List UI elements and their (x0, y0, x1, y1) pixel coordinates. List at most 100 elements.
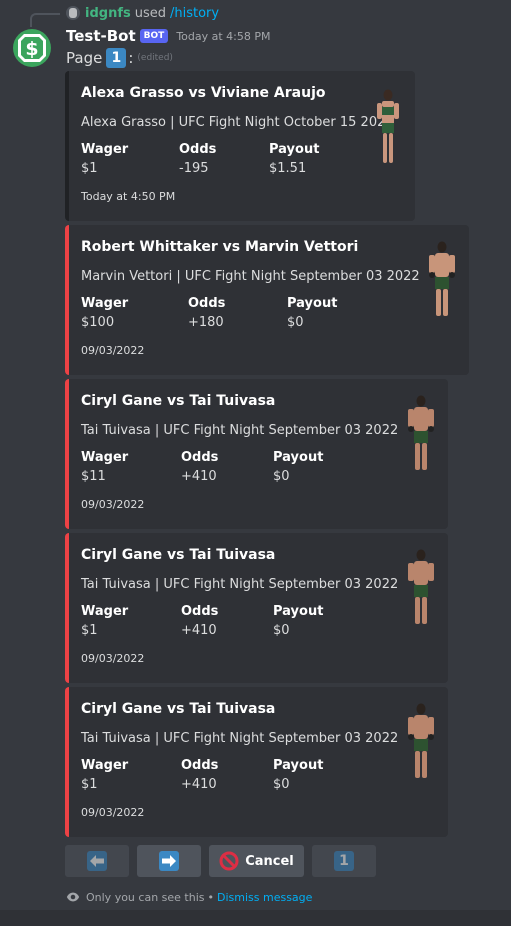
dismiss-message-link[interactable]: Dismiss message (217, 891, 312, 904)
field-name: Payout (273, 604, 324, 619)
reply-used-text: used (134, 5, 166, 21)
reply-connector (30, 13, 60, 27)
page-number-keycap: 1 (334, 851, 354, 871)
action-row: Cancel 1 (65, 845, 376, 877)
previous-page-button[interactable] (65, 845, 129, 877)
embed-footer: 09/03/2022 (81, 498, 145, 511)
embed-description: Tai Tuivasa | UFC Fight Night September … (81, 731, 399, 746)
field-name: Wager (81, 604, 129, 619)
embed-fields: Wager $1 Odds -195 Payout $1.51 (81, 142, 399, 176)
fighter-thumbnail[interactable] (373, 87, 403, 167)
eye-icon (66, 892, 80, 902)
wager-field: Wager $1 (81, 758, 181, 792)
field-name: Odds (181, 450, 219, 465)
embed-title: Alexa Grasso vs Viviane Araujo (81, 85, 326, 101)
bet-embed: Robert Whittaker vs Marvin Vettori Marvi… (65, 225, 469, 375)
page-number-keycap: 1 (106, 48, 127, 68)
embed-title: Robert Whittaker vs Marvin Vettori (81, 239, 359, 255)
embed-fields: Wager $1 Odds +410 Payout $0 (81, 758, 432, 792)
bet-embed: Ciryl Gane vs Tai Tuivasa Tai Tuivasa | … (65, 533, 448, 683)
field-value: $1.51 (269, 161, 307, 176)
embed-description: Tai Tuivasa | UFC Fight Night September … (81, 577, 399, 592)
bot-badge: BOT (139, 29, 169, 43)
wager-field: Wager $1 (81, 604, 181, 638)
reply-username[interactable]: idgnfs (85, 6, 131, 21)
field-value: -195 (179, 161, 209, 176)
payout-field: Payout $1.51 (269, 142, 319, 176)
fighter-thumbnail[interactable] (427, 239, 457, 319)
cancel-button[interactable]: Cancel (209, 845, 304, 877)
page-indicator-button[interactable]: 1 (312, 845, 376, 877)
embed-footer: Today at 4:50 PM (81, 190, 176, 203)
wager-field: Wager $100 (81, 296, 188, 330)
odds-field: Odds +410 (181, 450, 273, 484)
svg-text:$: $ (25, 38, 38, 60)
field-value: $100 (81, 315, 115, 330)
reply-reference[interactable]: idgnfs used /history (66, 4, 219, 22)
embed-footer: 09/03/2022 (81, 344, 145, 357)
ephemeral-separator: • (207, 890, 215, 904)
field-value: $0 (273, 623, 290, 638)
embed-title: Ciryl Gane vs Tai Tuivasa (81, 547, 276, 563)
field-name: Payout (269, 142, 320, 157)
odds-field: Odds +410 (181, 604, 273, 638)
payout-field: Payout $0 (273, 758, 323, 792)
payout-field: Payout $0 (287, 296, 337, 330)
payout-field: Payout $0 (273, 604, 323, 638)
payout-field: Payout $0 (273, 450, 323, 484)
ephemeral-notice: Only you can see this • Dismiss message (66, 889, 312, 905)
field-name: Odds (181, 604, 219, 619)
page-colon: : (128, 49, 134, 67)
embed-footer: 09/03/2022 (81, 806, 145, 819)
bet-embed: Ciryl Gane vs Tai Tuivasa Tai Tuivasa | … (65, 379, 448, 529)
bot-avatar[interactable]: $ (12, 28, 52, 68)
field-name: Wager (81, 142, 129, 157)
fighter-thumbnail[interactable] (406, 701, 436, 781)
field-value: $0 (273, 777, 290, 792)
field-name: Payout (287, 296, 338, 311)
message-timestamp: Today at 4:58 PM (176, 29, 271, 43)
bet-embed: Alexa Grasso vs Viviane Araujo Alexa Gra… (65, 71, 415, 221)
field-value: $1 (81, 777, 98, 792)
page-label: Page (66, 49, 103, 67)
embed-footer: 09/03/2022 (81, 652, 145, 665)
no-entry-icon (219, 851, 239, 871)
bot-name[interactable]: Test-Bot (66, 27, 136, 45)
wager-field: Wager $1 (81, 142, 179, 176)
odds-field: Odds +180 (188, 296, 287, 330)
field-name: Odds (179, 142, 217, 157)
fighter-thumbnail[interactable] (406, 547, 436, 627)
ephemeral-text: Only you can see this (86, 890, 205, 904)
embed-description: Marvin Vettori | UFC Fight Night Septemb… (81, 269, 420, 284)
left-arrow-icon (87, 851, 107, 871)
field-name: Wager (81, 296, 129, 311)
field-name: Payout (273, 758, 324, 773)
field-name: Odds (181, 758, 219, 773)
odds-field: Odds -195 (179, 142, 269, 176)
embed-fields: Wager $11 Odds +410 Payout $0 (81, 450, 432, 484)
field-value: $11 (81, 469, 106, 484)
reply-command[interactable]: /history (170, 6, 219, 21)
field-value: +180 (188, 315, 224, 330)
wager-field: Wager $11 (81, 450, 181, 484)
field-value: +410 (181, 777, 217, 792)
field-value: $0 (273, 469, 290, 484)
next-page-button[interactable] (137, 845, 201, 877)
right-arrow-icon (159, 851, 179, 871)
fighter-thumbnail[interactable] (406, 393, 436, 473)
embed-title: Ciryl Gane vs Tai Tuivasa (81, 393, 276, 409)
user-avatar[interactable] (66, 6, 80, 20)
field-name: Wager (81, 758, 129, 773)
field-value: +410 (181, 469, 217, 484)
embed-description: Alexa Grasso | UFC Fight Night October 1… (81, 115, 394, 130)
bottom-bar (0, 910, 511, 926)
embed-fields: Wager $1 Odds +410 Payout $0 (81, 604, 432, 638)
cancel-label: Cancel (245, 853, 294, 869)
field-value: $0 (287, 315, 304, 330)
field-value: +410 (181, 623, 217, 638)
field-name: Wager (81, 450, 129, 465)
field-value: $1 (81, 161, 98, 176)
page-indicator-line: Page 1 : (edited) (66, 48, 173, 68)
embed-description: Tai Tuivasa | UFC Fight Night September … (81, 423, 399, 438)
field-name: Payout (273, 450, 324, 465)
